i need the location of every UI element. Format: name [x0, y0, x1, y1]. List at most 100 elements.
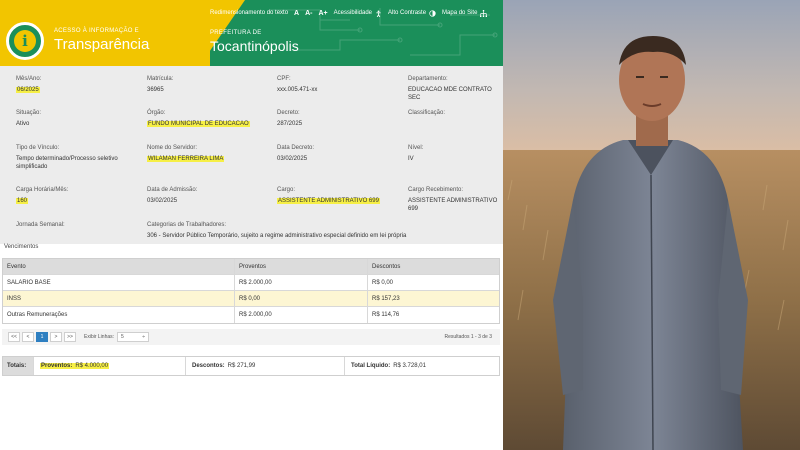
field-label: Tipo de Vínculo:	[16, 145, 60, 151]
proventos-value: R$ 4.000,00	[75, 363, 109, 369]
field-label: CPF:	[277, 76, 291, 82]
accessibility-label: Acessibilidade	[333, 10, 373, 16]
field-tipo-vinculo: Tipo de Vínculo: Tempo determinado/Proce…	[16, 145, 136, 171]
left-eye	[636, 76, 644, 78]
field-label: Classificação:	[408, 110, 446, 116]
next-page-button[interactable]: >	[50, 332, 62, 342]
text-resize-label: Redimensionamento do texto	[210, 10, 289, 16]
table-cell: R$ 2.000,00	[234, 275, 367, 290]
column-header[interactable]: Proventos	[234, 259, 367, 274]
field-label: Categorias de Trabalhadores:	[147, 222, 227, 228]
sitemap-icon	[480, 9, 488, 17]
current-page-button[interactable]: 1	[36, 332, 48, 342]
totals-bar: Totais: Proventos: R$ 4.000,00 Descontos:…	[2, 356, 500, 376]
portal-banner: i ACESSO À INFORMAÇÃO E Transparência PR…	[0, 0, 503, 66]
table-header: Evento Proventos Descontos	[3, 259, 499, 275]
table-row[interactable]: SALARIO BASE R$ 2.000,00 R$ 0,00	[3, 275, 499, 291]
total-descontos: Descontos: R$ 271,99	[185, 357, 344, 375]
prev-page-button[interactable]: <	[22, 332, 34, 342]
descontos-value: R$ 271,99	[227, 363, 256, 369]
info-icon: i	[14, 30, 36, 52]
field-value: 287/2025	[277, 121, 303, 127]
field-cargo: Cargo: ASSISTENTE ADMINISTRATIVO 699	[277, 187, 380, 205]
photo-illustration	[503, 0, 800, 450]
table-cell: Outras Remunerações	[7, 312, 68, 318]
rows-per-page-value: 5	[121, 334, 124, 340]
field-label: Situação:	[16, 110, 42, 116]
field-label: Mês/Ano:	[16, 76, 42, 82]
field-classificacao: Classificação:	[408, 110, 445, 120]
field-nivel: Nível: IV	[408, 145, 423, 163]
table-cell: R$ 0,00	[234, 291, 367, 306]
first-page-button[interactable]: <<	[8, 332, 20, 342]
font-normal-button[interactable]: A	[294, 10, 299, 17]
last-page-button[interactable]: >>	[64, 332, 76, 342]
column-header[interactable]: Evento	[3, 264, 234, 270]
rows-per-page-label: Exibir Linhas:	[84, 334, 115, 340]
table-row[interactable]: INSS R$ 0,00 R$ 157,23	[3, 291, 499, 307]
field-matricula: Matrícula: 36965	[147, 76, 173, 94]
field-value: Ativo	[16, 121, 30, 127]
field-value: 03/02/2025	[277, 156, 308, 162]
field-carga-horaria: Carga Horária/Mês: 160	[16, 187, 68, 205]
field-value: xxx.005.471-xx	[277, 87, 318, 93]
table-cell: R$ 2.000,00	[234, 307, 367, 323]
field-nome-servidor: Nome do Servidor: WILAMAN FERREIRA LIMA	[147, 145, 225, 163]
high-contrast-link[interactable]: Alto Contraste	[388, 9, 436, 17]
field-value: ASSISTENTE ADMINISTRATIVO 699	[277, 198, 380, 204]
field-label: Departamento:	[408, 76, 448, 82]
table-cell: SALARIO BASE	[7, 279, 51, 286]
field-value: IV	[408, 156, 414, 162]
table-cell: R$ 0,00	[367, 275, 499, 290]
field-departamento: Departamento: EDUCACAO MDE CONTRATO SEC	[408, 76, 503, 102]
font-decrease-button[interactable]: A-	[305, 10, 312, 17]
field-label: Carga Horária/Mês:	[16, 187, 69, 193]
logo-title[interactable]: Transparência	[54, 36, 149, 53]
field-label: Cargo Recebimento:	[408, 187, 464, 193]
column-header[interactable]: Descontos	[367, 259, 499, 274]
right-eye	[660, 76, 668, 78]
field-mes-ano: Mês/Ano: 06/2025	[16, 76, 41, 94]
field-data-decreto: Data Decreto: 03/02/2025	[277, 145, 314, 163]
table-cell: R$ 114,76	[367, 307, 499, 323]
field-label: Órgão:	[147, 110, 166, 116]
prefeitura-subtitle: PREFEITURA DE	[210, 30, 262, 36]
results-count: Resultados 1 - 3 de 3	[444, 334, 492, 340]
field-situacao: Situação: Ativo	[16, 110, 41, 128]
contrast-icon	[429, 9, 436, 17]
field-label: Matrícula:	[147, 76, 174, 82]
proventos-label: Proventos:	[41, 363, 73, 369]
portrait-photo	[503, 0, 800, 450]
accessibility-bar: Redimensionamento do texto A A- A+ Acess…	[210, 7, 493, 19]
field-label: Decreto:	[277, 110, 300, 116]
liquido-value: R$ 3.728,01	[393, 363, 426, 369]
font-increase-button[interactable]: A+	[319, 10, 328, 17]
field-data-admissao: Data de Admissão: 03/02/2025	[147, 187, 197, 205]
sitemap-label: Mapa do Site	[442, 10, 478, 16]
totals-label: Totais:	[3, 357, 33, 375]
field-value: EDUCACAO MDE CONTRATO SEC	[408, 87, 492, 101]
transparency-logo[interactable]: i	[6, 22, 44, 60]
field-label: Jornada Semanal:	[16, 222, 65, 228]
descontos-label: Descontos:	[192, 363, 225, 369]
field-value: Tempo determinado/Processo seletivo simp…	[16, 156, 118, 170]
prefeitura-name: Tocantinópolis	[210, 38, 299, 54]
field-value: FUNDO MUNICIPAL DE EDUCACAO	[147, 121, 250, 127]
table-cell: R$ 157,23	[367, 291, 499, 306]
liquido-label: Total Líquido:	[351, 363, 391, 369]
rows-per-page-select[interactable]: 5 ÷	[117, 332, 150, 342]
table-row[interactable]: Outras Remunerações R$ 2.000,00 R$ 114,7…	[3, 307, 499, 323]
high-contrast-label: Alto Contraste	[388, 10, 427, 16]
accessibility-link[interactable]: Acessibilidade	[333, 9, 382, 17]
field-cpf: CPF: xxx.005.471-xx	[277, 76, 317, 94]
field-value: 36965	[147, 87, 164, 93]
accessibility-icon	[376, 9, 381, 17]
sitemap-link[interactable]: Mapa do Site	[442, 9, 488, 17]
field-orgao: Órgão: FUNDO MUNICIPAL DE EDUCACAO	[147, 110, 250, 128]
field-categorias: Categorias de Trabalhadores: 306 - Servi…	[147, 222, 487, 240]
field-label: Nível:	[408, 145, 424, 151]
field-value: 160	[16, 198, 29, 204]
field-label: Data de Admissão:	[147, 187, 198, 193]
field-value: 306 - Servidor Público Temporário, sujei…	[147, 233, 407, 239]
field-label: Data Decreto:	[277, 145, 315, 151]
